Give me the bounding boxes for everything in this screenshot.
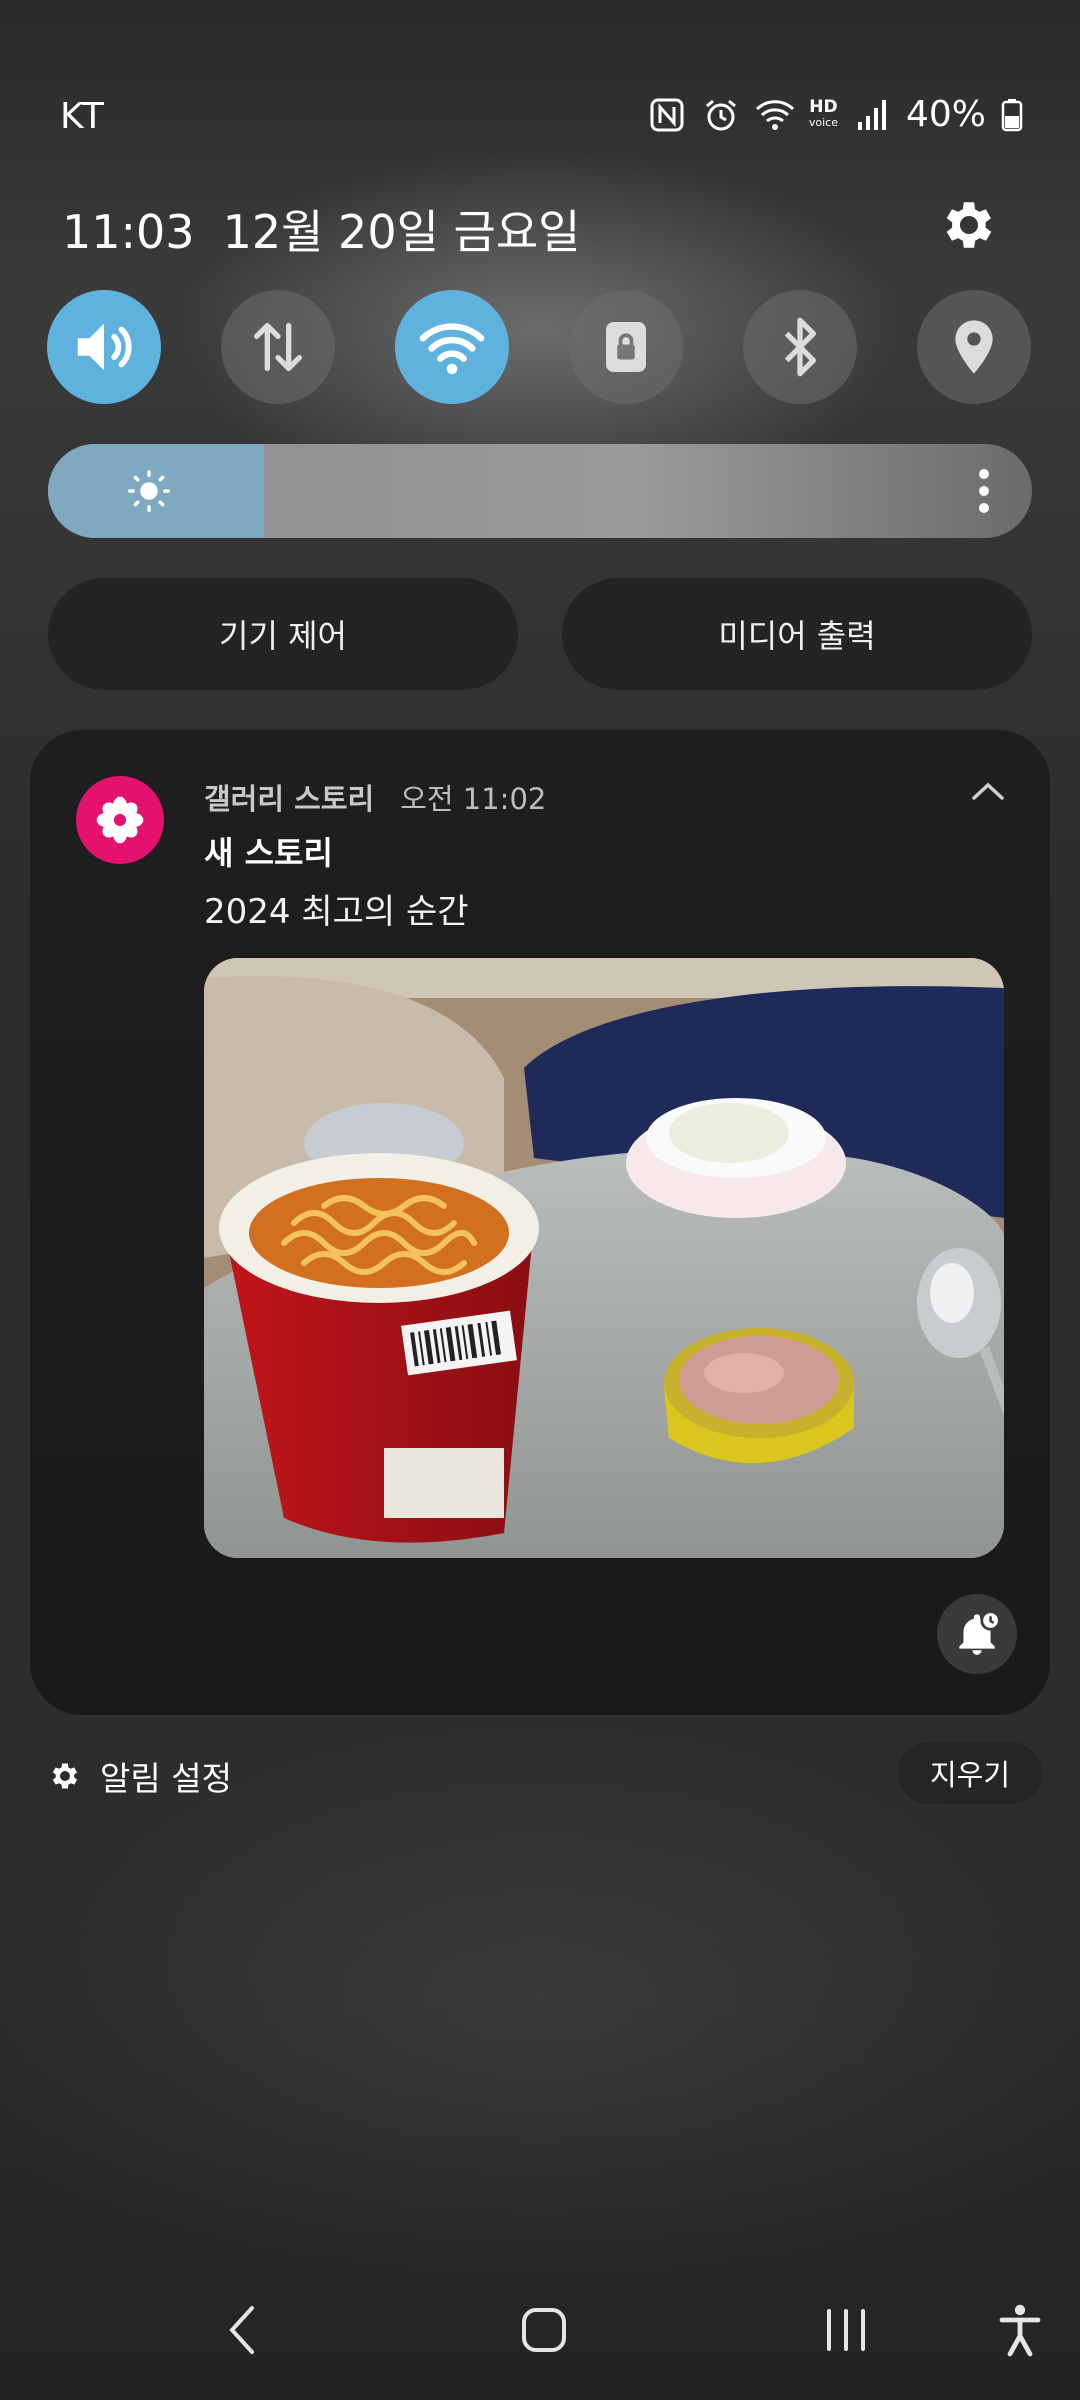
wifi-toggle[interactable] (395, 290, 509, 404)
sun-icon (128, 470, 170, 512)
date-time: 11:03 12월 20일 금요일 (62, 196, 581, 262)
collapse-button[interactable] (968, 776, 1008, 806)
status-icons: HD voice 40% (647, 94, 1024, 135)
gear-icon (52, 1763, 78, 1789)
settings-button[interactable] (938, 194, 1000, 256)
wifi-icon (419, 323, 485, 375)
notification-text: 2024 최고의 순간 (204, 892, 469, 932)
notification-time: 오전 11:02 (400, 782, 547, 816)
notification-title: 새 스토리 (204, 834, 333, 872)
gallery-app-icon (76, 776, 164, 864)
notification-settings-label: 알림 설정 (100, 1759, 232, 1798)
back-icon (229, 2306, 254, 2354)
location-pin-icon (955, 320, 993, 374)
story-photo-image (204, 958, 1004, 1558)
snooze-button[interactable] (937, 1594, 1017, 1674)
carrier-name: KT (60, 96, 105, 137)
clock: 11:03 (62, 205, 195, 259)
date: 12월 20일 금요일 (222, 205, 581, 259)
sound-toggle[interactable] (47, 290, 161, 404)
notification-settings-link[interactable]: 알림 설정 (48, 1752, 232, 1800)
hd-voice-icon: HD voice (808, 96, 838, 130)
flower-icon (96, 796, 144, 844)
alarm-icon (701, 95, 741, 135)
speaker-icon (77, 323, 132, 371)
signal-icon (852, 95, 892, 135)
location-toggle[interactable] (917, 290, 1031, 404)
home-button[interactable] (514, 2300, 574, 2360)
chevron-up-icon (972, 782, 1004, 800)
story-photo[interactable] (204, 958, 1004, 1558)
accessibility-button[interactable] (990, 2300, 1050, 2360)
brightness-slider[interactable] (48, 444, 1032, 538)
data-arrows-icon (254, 323, 302, 371)
voice-label: voice (808, 115, 838, 129)
recent-apps-icon (827, 2309, 865, 2351)
more-options-icon[interactable] (976, 468, 992, 514)
back-button[interactable] (212, 2300, 272, 2360)
rotation-lock-toggle[interactable] (569, 290, 683, 404)
media-output-button[interactable]: 미디어 출력 (562, 578, 1032, 690)
accessibility-icon (999, 2304, 1041, 2357)
recent-apps-button[interactable] (816, 2300, 876, 2360)
notification-app-name: 갤러리 스토리 (204, 782, 375, 816)
nfc-icon (647, 95, 687, 135)
battery-icon (1000, 95, 1024, 135)
bell-snooze-icon (959, 1610, 1001, 1655)
wifi-status-icon (755, 95, 795, 135)
device-control-button[interactable]: 기기 제어 (48, 578, 518, 690)
bluetooth-icon (784, 317, 816, 377)
notification-meta: 갤러리 스토리 오전 11:02 (204, 776, 546, 818)
bluetooth-toggle[interactable] (743, 290, 857, 404)
hd-label: HD (809, 96, 838, 117)
gear-icon (946, 202, 992, 248)
lock-icon (606, 322, 646, 372)
clear-button[interactable]: 지우기 (898, 1742, 1042, 1804)
battery-percent: 40% (905, 94, 986, 135)
home-icon (522, 2308, 566, 2352)
mobile-data-toggle[interactable] (221, 290, 335, 404)
